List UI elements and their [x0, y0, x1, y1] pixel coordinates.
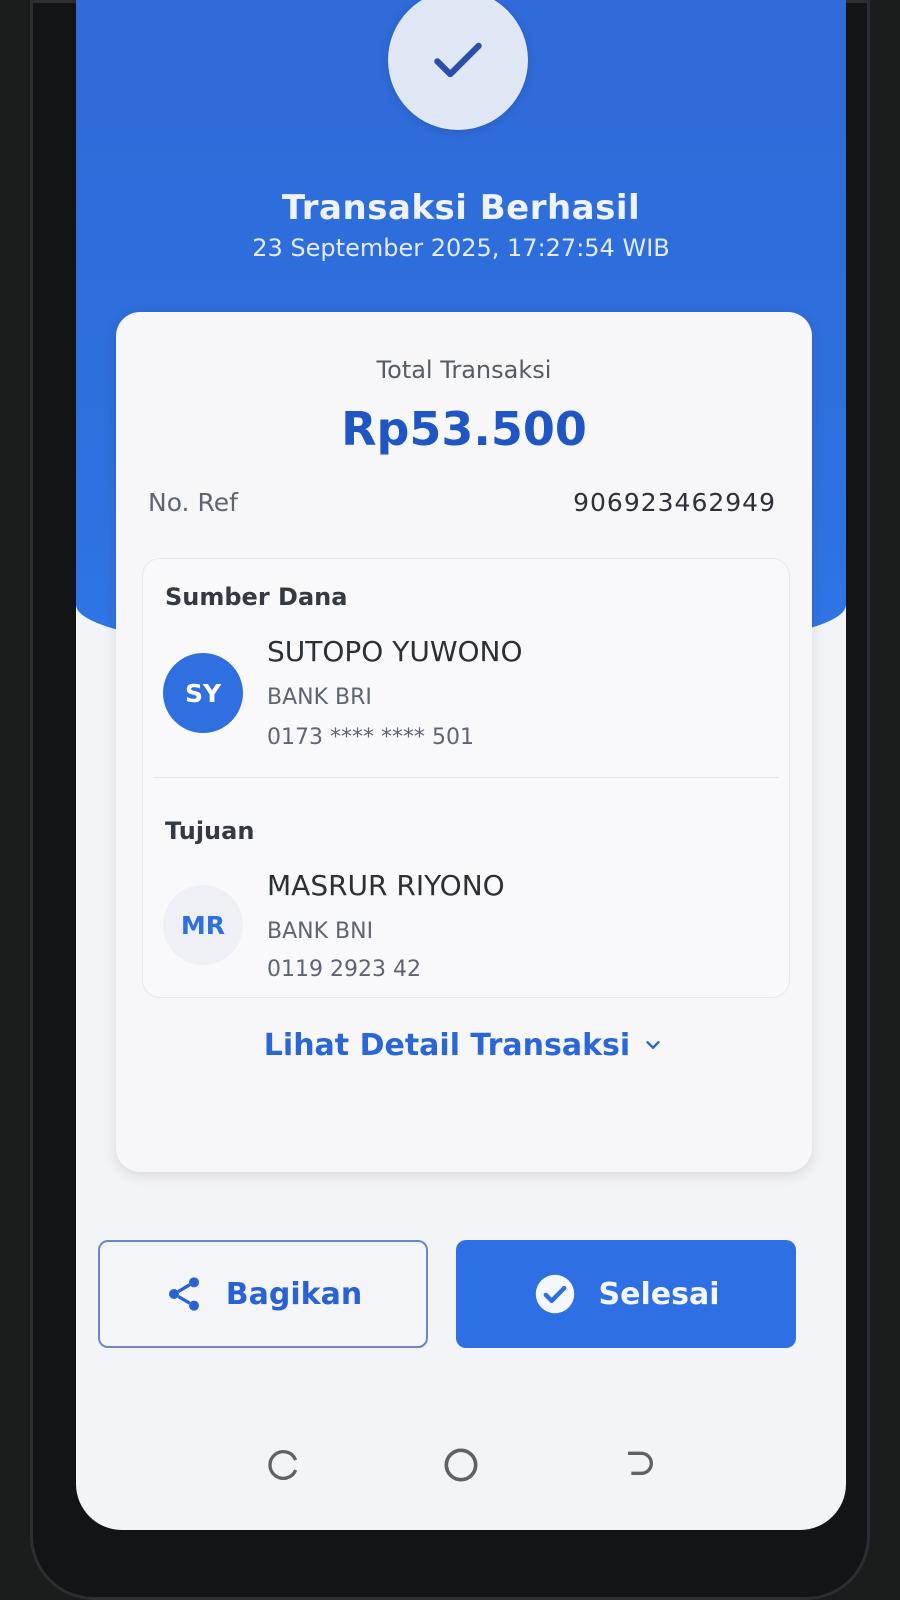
reference-row: No. Ref 906923462949	[148, 488, 776, 517]
system-navigation-bar	[76, 1400, 846, 1530]
parties-box: Sumber Dana SY SUTOPO YUWONO BANK BRI 01…	[142, 558, 790, 998]
destination-section-title: Tujuan	[165, 817, 255, 845]
destination-name: MASRUR RIYONO	[267, 869, 505, 902]
receipt-card: Total Transaksi Rp53.500 No. Ref 9069234…	[116, 312, 812, 1172]
done-button[interactable]: Selesai	[456, 1240, 796, 1348]
source-avatar: SY	[163, 653, 243, 733]
reference-number: 906923462949	[573, 488, 776, 517]
source-section-title: Sumber Dana	[165, 583, 348, 611]
source-name: SUTOPO YUWONO	[267, 635, 523, 668]
parties-divider	[153, 777, 779, 778]
page-title: Transaksi Berhasil	[281, 188, 641, 228]
share-icon	[168, 1277, 199, 1311]
check-icon	[434, 42, 482, 78]
phone-screen: Transaksi Berhasil 23 September 2025, 17…	[76, 0, 846, 1530]
view-details-label: Lihat Detail Transaksi	[263, 1028, 631, 1063]
recents-icon[interactable]	[264, 1445, 304, 1485]
share-button-label: Bagikan	[225, 1276, 363, 1312]
destination-account-number: 0119 2923 42	[267, 957, 421, 982]
total-label: Total Transaksi	[376, 356, 552, 384]
check-circle-icon	[535, 1274, 574, 1314]
done-button-label: Selesai	[598, 1276, 720, 1312]
total-amount: Rp53.500	[341, 402, 587, 456]
transaction-datetime: 23 September 2025, 17:27:54 WIB	[252, 234, 670, 262]
back-icon[interactable]	[618, 1445, 658, 1485]
source-bank: BANK BRI	[267, 685, 372, 710]
share-button[interactable]: Bagikan	[98, 1240, 428, 1348]
destination-avatar: MR	[163, 885, 243, 965]
destination-bank: BANK BNI	[267, 919, 374, 944]
view-details-link[interactable]: Lihat Detail Transaksi	[116, 1028, 812, 1064]
chevron-down-icon	[642, 1029, 664, 1064]
home-icon[interactable]	[439, 1443, 483, 1487]
reference-label: No. Ref	[148, 488, 238, 517]
source-account-number: 0173 **** **** 501	[267, 725, 474, 750]
